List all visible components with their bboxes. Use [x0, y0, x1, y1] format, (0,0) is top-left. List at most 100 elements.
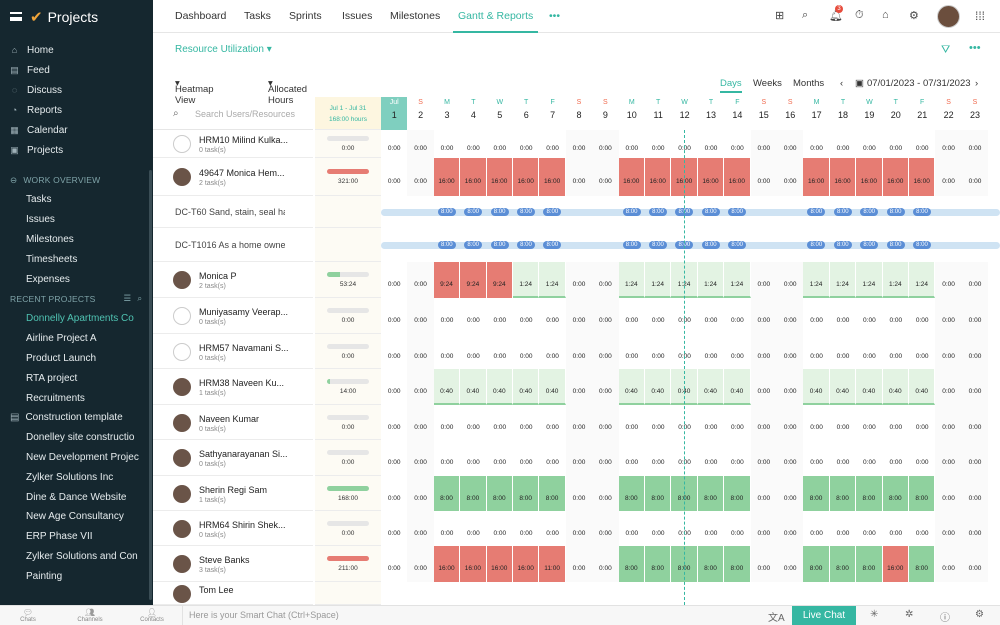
- heatmap-cell[interactable]: 0:00: [935, 334, 962, 369]
- allocated-hours-dropdown[interactable]: Allocated Hours ▾: [268, 78, 307, 106]
- heatmap-cell[interactable]: 0:00: [883, 130, 909, 158]
- heatmap-cell[interactable]: 0:00: [434, 511, 460, 546]
- heatmap-cell[interactable]: 0:00: [381, 511, 407, 546]
- heatmap-cell[interactable]: 0:00: [777, 262, 804, 298]
- heatmap-cell[interactable]: 0:00: [698, 298, 724, 334]
- smart-chat-input[interactable]: Here is your Smart Chat (Ctrl+Space): [182, 606, 339, 625]
- more-tabs-button[interactable]: •••: [549, 0, 560, 33]
- heatmap-cell[interactable]: 0:00: [777, 130, 804, 158]
- heatmap-cell[interactable]: 0:00: [592, 476, 619, 511]
- heatmap-cell[interactable]: 8:00: [645, 476, 672, 511]
- sidebar-item-issues[interactable]: Issues: [0, 210, 153, 230]
- heatmap-cell[interactable]: 0:00: [592, 546, 619, 582]
- heatmap-cell[interactable]: 0:00: [935, 511, 962, 546]
- heatmap-cell[interactable]: 0:00: [777, 546, 804, 582]
- task-hours-pill[interactable]: 8:00: [464, 241, 483, 249]
- heatmap-cell[interactable]: 0:40: [486, 369, 513, 405]
- heatmap-cell[interactable]: 0:00: [487, 334, 513, 369]
- heatmap-cell[interactable]: 0:40: [460, 369, 487, 405]
- recent-project-item[interactable]: Donnelly Apartments Co: [0, 309, 153, 329]
- resource-row[interactable]: Muniyasamy Veerap... 0 task(s): [153, 298, 313, 334]
- user-avatar[interactable]: [937, 5, 960, 28]
- task-count[interactable]: 2 task(s): [199, 180, 226, 187]
- task-hours-pill[interactable]: 8:00: [886, 208, 905, 216]
- heatmap-cell[interactable]: 0:00: [803, 511, 829, 546]
- task-count[interactable]: 0 task(s): [199, 426, 226, 433]
- resource-row[interactable]: Sathyanarayanan Si... 0 task(s): [153, 440, 313, 476]
- heatmap-cell[interactable]: 16:00: [513, 546, 540, 582]
- heatmap-cell[interactable]: 16:00: [803, 158, 830, 196]
- heatmap-cell[interactable]: 0:40: [697, 369, 725, 405]
- task-count[interactable]: 2 task(s): [199, 283, 226, 290]
- heatmap-cell[interactable]: 0:00: [565, 130, 593, 158]
- task-hours-pill[interactable]: 8:00: [437, 208, 456, 216]
- heatmap-cell[interactable]: 0:40: [433, 369, 461, 405]
- task-hours-pill[interactable]: 8:00: [490, 208, 509, 216]
- sidebar-item-expenses[interactable]: Expenses: [0, 269, 153, 289]
- heatmap-cell[interactable]: 0:00: [777, 440, 804, 476]
- heatmap-cell[interactable]: 0:00: [750, 130, 777, 158]
- heatmap-cell[interactable]: 0:00: [407, 405, 434, 440]
- weeks-toggle[interactable]: Weeks: [753, 78, 782, 89]
- heatmap-cell[interactable]: 0:00: [856, 511, 882, 546]
- heatmap-cell[interactable]: 0:00: [645, 511, 671, 546]
- heatmap-cell[interactable]: 16:00: [460, 546, 487, 582]
- heatmap-cell[interactable]: 0:00: [565, 546, 593, 582]
- sidebar-item-calendar[interactable]: ▦ Calendar: [0, 120, 153, 140]
- heatmap-cell[interactable]: 0:00: [645, 130, 671, 158]
- heatmap-cell[interactable]: 0:00: [434, 440, 460, 476]
- sidebar-item-milestones[interactable]: Milestones: [0, 230, 153, 250]
- heatmap-cell[interactable]: 0:00: [539, 405, 565, 440]
- search-input[interactable]: Search Users/Resources: [195, 109, 295, 119]
- heatmap-cell[interactable]: 0:00: [407, 546, 434, 582]
- heatmap-cell[interactable]: 0:40: [513, 369, 540, 405]
- heatmap-cell[interactable]: 0:00: [592, 298, 619, 334]
- heatmap-cell[interactable]: 0:00: [487, 440, 513, 476]
- task-row[interactable]: DC-T1016 As a home owner,...: [153, 228, 313, 262]
- heatmap-cell[interactable]: 0:00: [407, 130, 434, 158]
- tab-sprints[interactable]: Sprints: [289, 0, 322, 33]
- heatmap-cell[interactable]: 0:00: [619, 298, 645, 334]
- heatmap-cell[interactable]: 0:40: [724, 369, 751, 405]
- resource-row[interactable]: Naveen Kumar 0 task(s): [153, 405, 313, 440]
- heatmap-cell[interactable]: 0:00: [407, 511, 434, 546]
- heatmap-cell[interactable]: 0:00: [830, 511, 856, 546]
- resource-row[interactable]: HRM10 Milind Kulka... 0 task(s): [153, 130, 313, 158]
- resource-row[interactable]: 49647 Monica Hem... 2 task(s): [153, 158, 313, 196]
- heatmap-cell[interactable]: 0:00: [619, 405, 645, 440]
- heatmap-cell[interactable]: 0:00: [909, 511, 935, 546]
- heatmap-cell[interactable]: 0:00: [698, 440, 724, 476]
- heatmap-cell[interactable]: 8:00: [618, 546, 645, 582]
- heatmap-cell[interactable]: 0:00: [592, 262, 619, 298]
- heatmap-cell[interactable]: 0:00: [513, 405, 539, 440]
- gear-icon[interactable]: ⚙︎: [909, 9, 919, 22]
- heatmap-cell[interactable]: 16:00: [697, 158, 725, 196]
- heatmap-cell[interactable]: 11:00: [539, 546, 566, 582]
- heatmap-cell[interactable]: 0:00: [724, 334, 750, 369]
- heatmap-cell[interactable]: 0:00: [698, 334, 724, 369]
- heatmap-cell[interactable]: 0:00: [750, 158, 777, 196]
- tab-dashboard[interactable]: Dashboard: [175, 0, 226, 33]
- heatmap-cell[interactable]: 0:00: [777, 158, 804, 196]
- heatmap-cell[interactable]: 8:00: [486, 476, 513, 511]
- heatmap-cell[interactable]: 0:00: [883, 334, 909, 369]
- app-logo[interactable]: ✔ Projects: [30, 8, 98, 26]
- heatmap-cell[interactable]: 16:00: [909, 158, 936, 196]
- heatmap-cell[interactable]: 0:00: [487, 298, 513, 334]
- heatmap-cell[interactable]: 1:24: [513, 262, 540, 298]
- heatmap-cell[interactable]: 0:00: [381, 158, 407, 196]
- date-range[interactable]: 07/01/2023 - 07/31/2023: [867, 78, 971, 89]
- heatmap-cell[interactable]: 8:00: [433, 476, 461, 511]
- task-count[interactable]: 0 task(s): [199, 355, 226, 362]
- heatmap-cell[interactable]: 0:00: [961, 262, 989, 298]
- heatmap-cell[interactable]: 0:00: [777, 298, 804, 334]
- channels-button[interactable]: 👥︎ Channels: [70, 608, 110, 623]
- task-hours-pill[interactable]: 8:00: [807, 208, 826, 216]
- heatmap-cell[interactable]: 0:00: [619, 511, 645, 546]
- help-icon[interactable]: ⓘ: [940, 609, 950, 624]
- heatmap-cell[interactable]: 0:00: [909, 298, 935, 334]
- tab-issues[interactable]: Issues: [342, 0, 372, 33]
- chats-button[interactable]: 💬︎ Chats: [8, 608, 48, 623]
- heatmap-cell[interactable]: 1:24: [697, 262, 725, 298]
- heatmap-cell[interactable]: 8:00: [909, 476, 936, 511]
